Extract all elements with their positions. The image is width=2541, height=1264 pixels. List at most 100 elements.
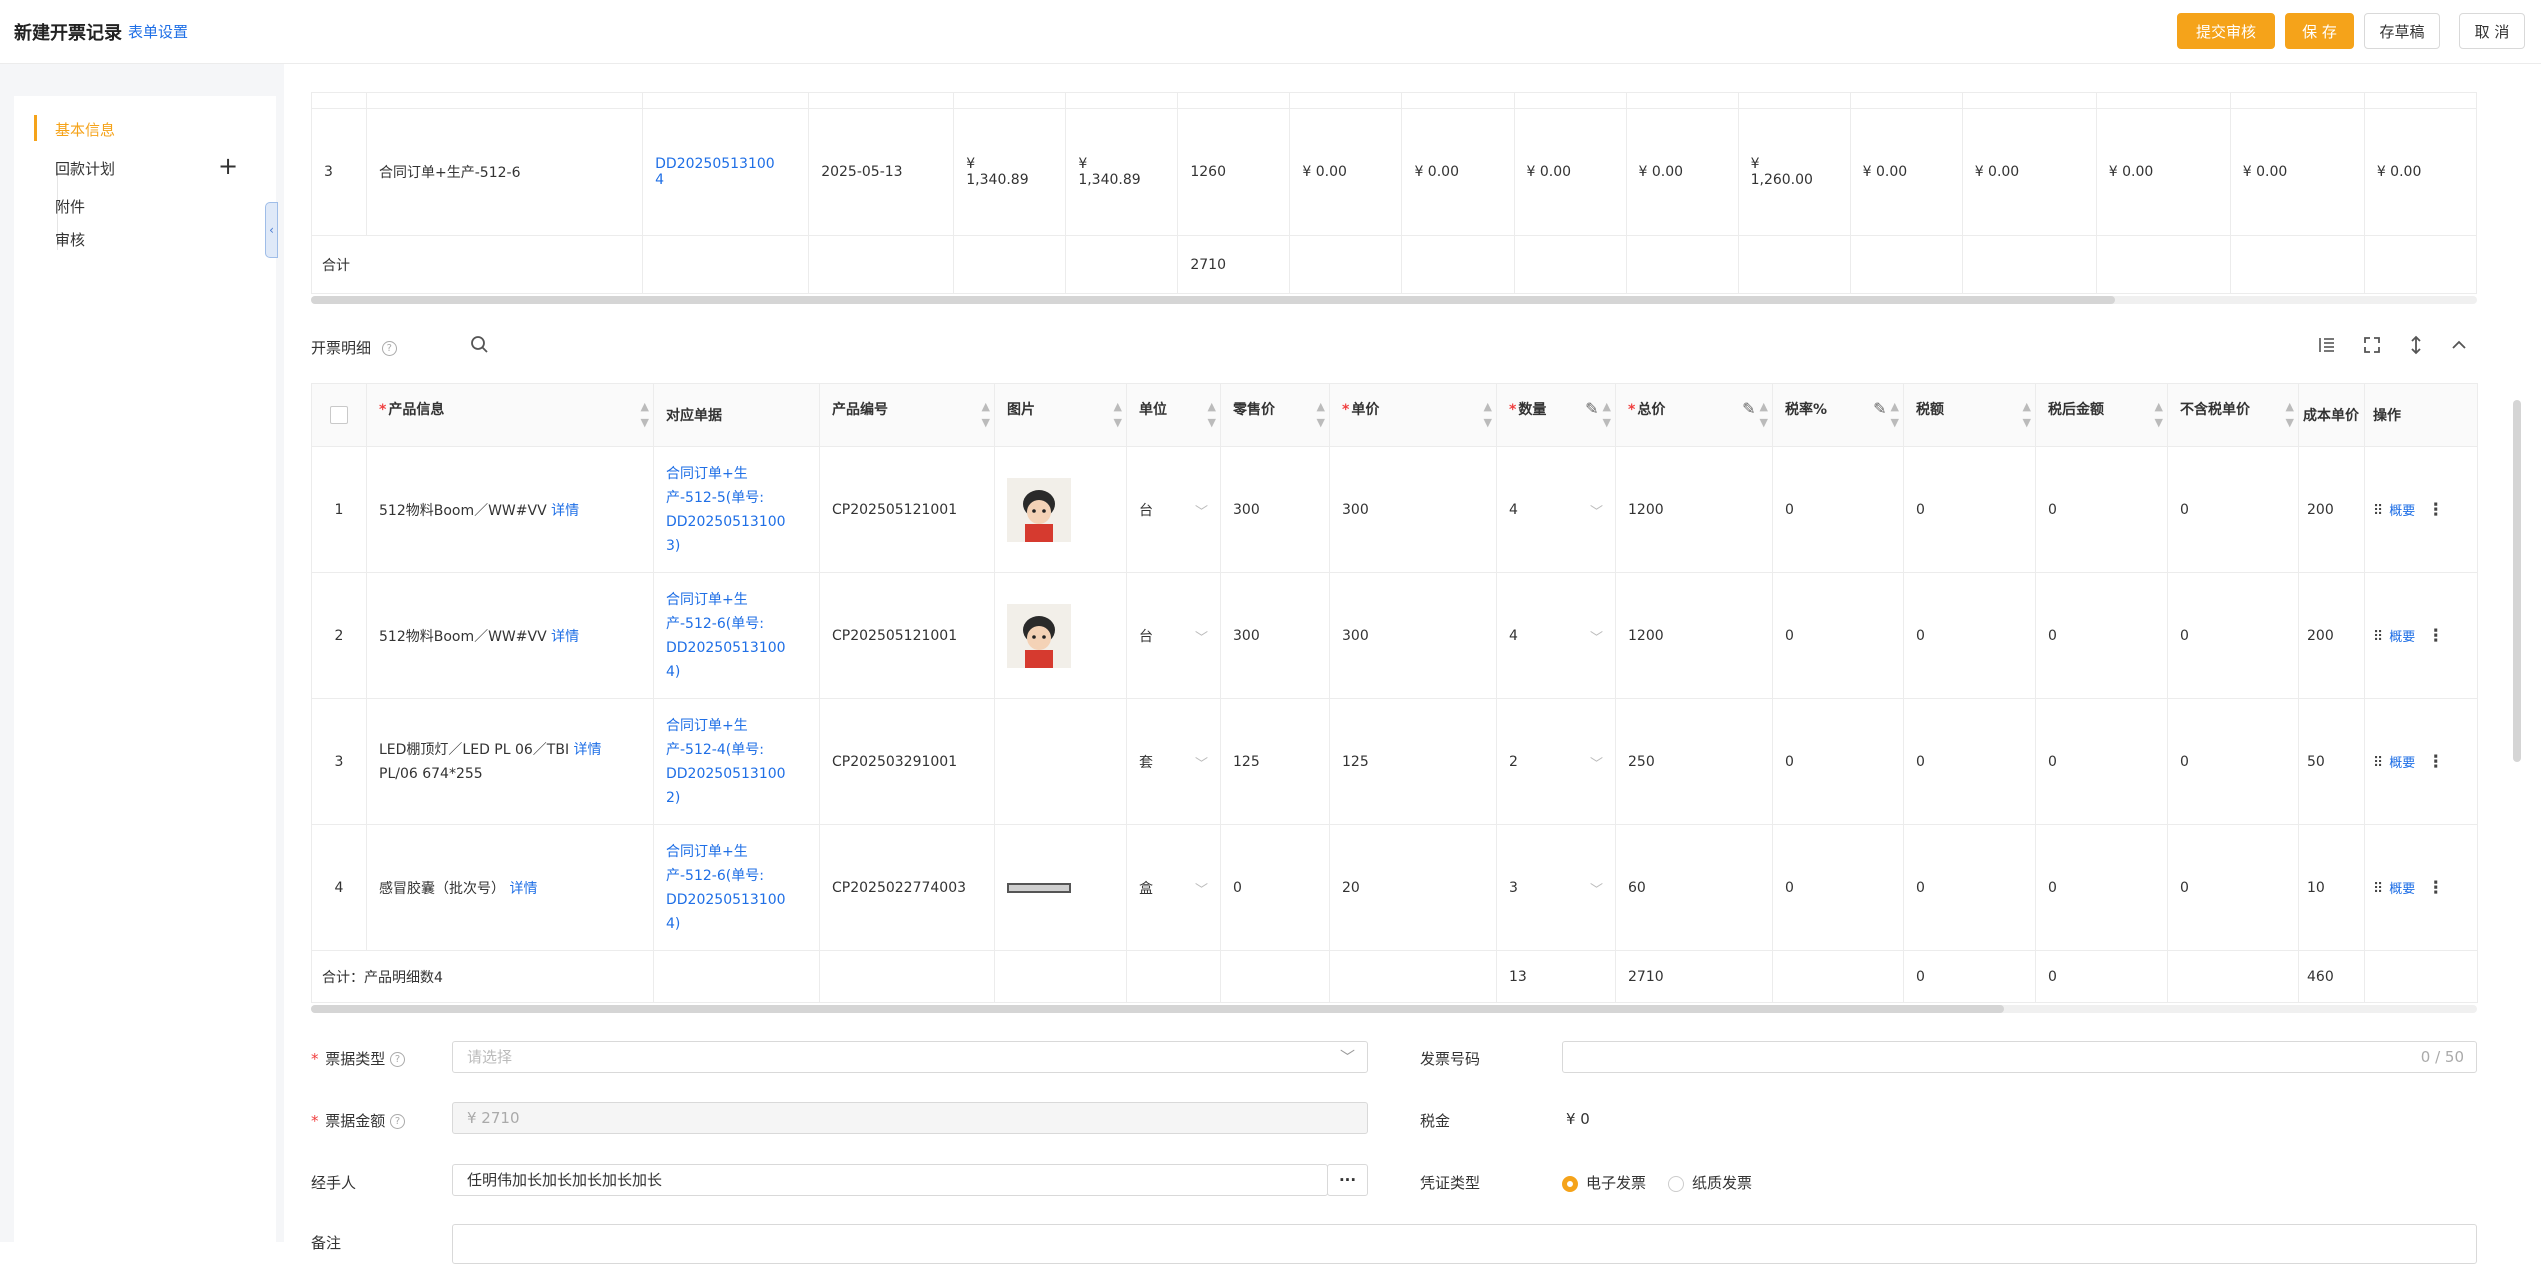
- search-icon[interactable]: [470, 335, 490, 360]
- radio-unchecked-icon[interactable]: [1668, 1175, 1684, 1192]
- detail-link[interactable]: 详情: [551, 629, 579, 645]
- header-tax[interactable]: 税额 ▲ ▼: [1903, 383, 2036, 447]
- more-icon[interactable]: ⋮: [2427, 626, 2444, 646]
- row-height-icon[interactable]: [2406, 335, 2426, 360]
- product-thumbnail[interactable]: [1007, 882, 1071, 893]
- column-settings-icon[interactable]: [2317, 335, 2337, 360]
- doc-link[interactable]: 合同订单+生 产-512-4(单号: DD20250513100 2): [653, 698, 820, 825]
- unit-price-input[interactable]: 300: [1329, 446, 1497, 573]
- handler-input[interactable]: 任明伟加长加长加长加长加长: [452, 1164, 1328, 1196]
- chevron-up-icon[interactable]: [2449, 335, 2469, 360]
- sort-icon[interactable]: ▲ ▼: [1484, 399, 1492, 431]
- qty-input[interactable]: 3 ﹀: [1496, 824, 1616, 951]
- handler-picker-button[interactable]: ···: [1327, 1164, 1368, 1196]
- more-icon[interactable]: ⋮: [2427, 878, 2444, 898]
- help-icon[interactable]: ?: [381, 341, 397, 356]
- unit-select[interactable]: 台 ﹀: [1126, 572, 1221, 699]
- invoice-number-input[interactable]: 0 / 50: [1562, 1041, 2477, 1073]
- total-price-input[interactable]: 250: [1615, 698, 1773, 825]
- edit-icon[interactable]: ✎: [1873, 399, 1886, 418]
- select-all-checkbox[interactable]: [330, 406, 348, 424]
- add-payment-plan-icon[interactable]: +: [218, 154, 238, 178]
- cancel-button[interactable]: 取 消: [2459, 13, 2525, 49]
- sort-icon[interactable]: ▲ ▼: [641, 399, 649, 431]
- unit-select[interactable]: 台 ﹀: [1126, 446, 1221, 573]
- submit-review-button[interactable]: 提交审核: [2177, 13, 2275, 49]
- header-unit[interactable]: 单位 ▲ ▼: [1126, 383, 1221, 447]
- collapse-sidebar-icon[interactable]: ‹: [265, 202, 278, 258]
- tax-rate-input[interactable]: 0: [1772, 572, 1904, 699]
- total-price-input[interactable]: 60: [1615, 824, 1773, 951]
- detail-link[interactable]: 详情: [551, 503, 579, 519]
- save-draft-button[interactable]: 存草稿: [2364, 13, 2440, 49]
- edit-icon[interactable]: ✎: [1742, 399, 1755, 418]
- sort-icon[interactable]: ▲ ▼: [1317, 399, 1325, 431]
- total-price-input[interactable]: 1200: [1615, 446, 1773, 573]
- doc-link[interactable]: 合同订单+生 产-512-6(单号: DD20250513100 4): [653, 824, 820, 951]
- sort-icon[interactable]: ▲ ▼: [2023, 399, 2031, 431]
- more-icon[interactable]: ⋮: [2427, 500, 2444, 520]
- product-image[interactable]: [994, 572, 1127, 699]
- help-icon[interactable]: ?: [390, 1114, 406, 1129]
- tax-rate-input[interactable]: 0: [1772, 824, 1904, 951]
- qty-input[interactable]: 2 ﹀: [1496, 698, 1616, 825]
- header-after-tax[interactable]: 税后金额 ▲ ▼: [2035, 383, 2168, 447]
- header-product[interactable]: * 产品信息 ▲ ▼: [366, 383, 654, 447]
- orders-table-hscroll-thumb[interactable]: [311, 296, 2115, 304]
- more-icon[interactable]: ⋮: [2427, 752, 2444, 772]
- header-total[interactable]: * 总价 ▲ ▼ ✎: [1615, 383, 1773, 447]
- overview-link[interactable]: 概要: [2389, 882, 2415, 897]
- header-retail-price[interactable]: 零售价 ▲ ▼: [1220, 383, 1330, 447]
- overview-link[interactable]: 概要: [2389, 504, 2415, 519]
- sort-icon[interactable]: ▲ ▼: [2286, 399, 2294, 431]
- vertical-scrollbar[interactable]: [2513, 400, 2521, 762]
- unit-select[interactable]: 盒 ﹀: [1126, 824, 1221, 951]
- tax-rate-input[interactable]: 0: [1772, 446, 1904, 573]
- sort-icon[interactable]: ▲ ▼: [2155, 399, 2163, 431]
- total-price-input[interactable]: 1200: [1615, 572, 1773, 699]
- order-number-link[interactable]: DD20250513100 4: [642, 108, 810, 236]
- drag-handle-icon[interactable]: ⠿: [2373, 629, 2383, 645]
- detail-link[interactable]: 详情: [574, 742, 602, 758]
- invoice-type-select[interactable]: 请选择 ﹀: [452, 1041, 1368, 1073]
- select-all-cell[interactable]: [311, 383, 367, 447]
- product-image[interactable]: [994, 824, 1127, 951]
- unit-select[interactable]: 套 ﹀: [1126, 698, 1221, 825]
- remark-textarea[interactable]: [452, 1224, 2477, 1264]
- form-settings-link[interactable]: 表单设置: [128, 21, 188, 42]
- header-image[interactable]: 图片 ▲ ▼: [994, 383, 1127, 447]
- unit-price-input[interactable]: 20: [1329, 824, 1497, 951]
- sort-icon[interactable]: ▲ ▼: [1603, 399, 1611, 431]
- drag-handle-icon[interactable]: ⠿: [2373, 881, 2383, 897]
- qty-input[interactable]: 4 ﹀: [1496, 446, 1616, 573]
- header-qty[interactable]: * 数量 ▲ ▼ ✎: [1496, 383, 1616, 447]
- overview-link[interactable]: 概要: [2389, 756, 2415, 771]
- detail-link[interactable]: 详情: [509, 881, 537, 897]
- detail-table-hscroll-thumb[interactable]: [311, 1005, 2004, 1013]
- product-thumbnail[interactable]: [1007, 477, 1071, 542]
- header-tax-rate[interactable]: 税率% ▲ ▼ ✎: [1772, 383, 1904, 447]
- radio-electronic-invoice[interactable]: 电子发票: [1562, 1172, 1646, 1193]
- help-icon[interactable]: ?: [390, 1052, 406, 1067]
- drag-handle-icon[interactable]: ⠿: [2373, 503, 2383, 519]
- sort-icon[interactable]: ▲ ▼: [1208, 399, 1216, 431]
- drag-handle-icon[interactable]: ⠿: [2373, 755, 2383, 771]
- radio-paper-invoice[interactable]: 纸质发票: [1668, 1172, 1752, 1193]
- header-code[interactable]: 产品编号 ▲ ▼: [819, 383, 995, 447]
- doc-link[interactable]: 合同订单+生 产-512-5(单号: DD20250513100 3): [653, 446, 820, 573]
- save-button[interactable]: 保 存: [2285, 13, 2354, 49]
- qty-input[interactable]: 4 ﹀: [1496, 572, 1616, 699]
- sort-icon[interactable]: ▲ ▼: [1760, 399, 1768, 431]
- header-no-tax-price[interactable]: 不含税单价 ▲ ▼: [2167, 383, 2299, 447]
- product-image[interactable]: [994, 446, 1127, 573]
- product-thumbnail[interactable]: [1007, 603, 1071, 668]
- unit-price-input[interactable]: 125: [1329, 698, 1497, 825]
- header-price[interactable]: * 单价 ▲ ▼: [1329, 383, 1497, 447]
- tax-rate-input[interactable]: 0: [1772, 698, 1904, 825]
- unit-price-input[interactable]: 300: [1329, 572, 1497, 699]
- sort-icon[interactable]: ▲ ▼: [1891, 399, 1899, 431]
- fullscreen-icon[interactable]: [2362, 335, 2382, 360]
- anchor-review[interactable]: 审核: [55, 229, 85, 250]
- edit-icon[interactable]: ✎: [1585, 399, 1598, 418]
- doc-link[interactable]: 合同订单+生 产-512-6(单号: DD20250513100 4): [653, 572, 820, 699]
